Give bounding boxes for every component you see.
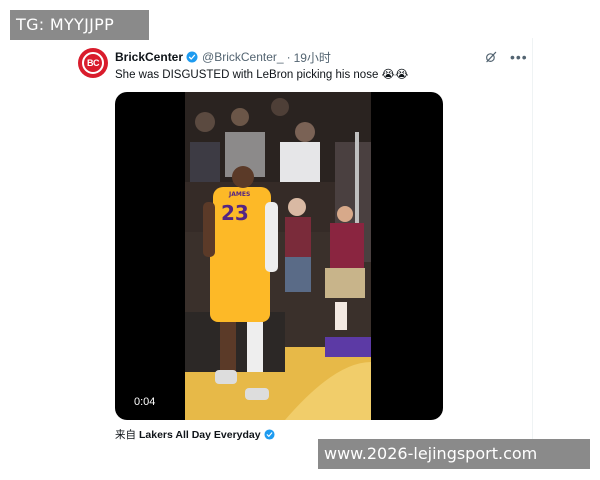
avatar-logo: BC — [87, 58, 100, 68]
grok-icon[interactable] — [484, 50, 498, 64]
watermark-bottom: www.2026-lejingsport.com — [318, 439, 590, 469]
source-account-link[interactable]: Lakers All Day Everyday — [139, 429, 261, 441]
more-options-icon[interactable]: ••• — [510, 50, 528, 64]
tweet-time[interactable]: 19小时 — [294, 49, 331, 66]
video-frame: 23 JAMES — [185, 92, 371, 420]
display-name[interactable]: BrickCenter — [115, 50, 183, 64]
video-source: 来自 Lakers All Day Everyday — [115, 427, 275, 442]
tweet-header: BrickCenter @BrickCenter_ · 19小时 — [115, 49, 331, 65]
tweet-text: She was DISGUSTED with LeBron picking hi… — [115, 69, 409, 81]
verified-badge-icon — [264, 429, 275, 440]
source-prefix: 来自 — [115, 429, 136, 441]
video-duration: 0:04 — [131, 395, 159, 409]
tweet-actions: ••• — [484, 50, 528, 64]
video-frame-image: 23 JAMES — [185, 92, 371, 420]
jersey-number: 23 — [221, 201, 249, 225]
video-player[interactable]: 23 JAMES — [115, 92, 443, 420]
verified-badge-icon — [186, 51, 198, 63]
jersey-name: JAMES — [228, 191, 250, 198]
separator: · — [286, 50, 291, 64]
watermark-top: TG: MYYJJPP — [10, 10, 149, 40]
user-handle[interactable]: @BrickCenter_ — [202, 50, 284, 64]
avatar[interactable]: BC — [78, 48, 108, 78]
